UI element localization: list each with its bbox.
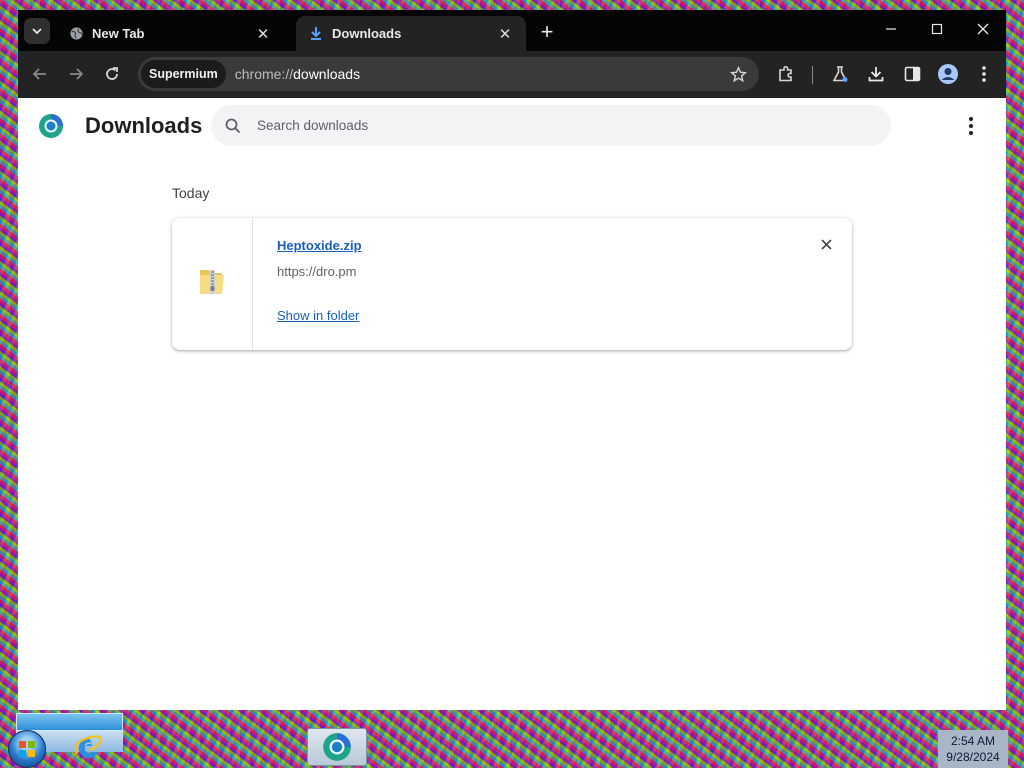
taskbar-supermium-button[interactable] [307, 728, 367, 766]
downloads-page: Downloads Today Heptoxide.zip https://dr… [18, 98, 1006, 710]
chevron-down-icon [32, 28, 42, 35]
date-heading: Today [172, 185, 210, 201]
tab-downloads[interactable]: Downloads ✕ [296, 16, 526, 51]
url-text[interactable]: chrome://downloads [235, 66, 726, 82]
search-input[interactable] [257, 118, 817, 133]
url-host: downloads [293, 66, 361, 82]
file-source-url: https://dro.pm [277, 264, 357, 279]
menu-icon[interactable] [972, 62, 996, 86]
more-actions-icon[interactable] [961, 114, 981, 138]
close-tab-icon[interactable]: ✕ [254, 25, 272, 43]
tab-search-button[interactable] [24, 18, 50, 44]
show-in-folder-link[interactable]: Show in folder [277, 308, 359, 323]
windows-logo-icon [19, 741, 35, 757]
downloads-icon[interactable] [864, 62, 888, 86]
clock-date: 9/28/2024 [946, 750, 1000, 764]
system-clock[interactable]: 2:54 AM 9/28/2024 [938, 730, 1008, 768]
download-item: Heptoxide.zip https://dro.pm Show in fol… [172, 218, 852, 350]
labs-flask-icon[interactable] [828, 62, 852, 86]
file-name-link[interactable]: Heptoxide.zip [277, 238, 362, 253]
toolbar-divider [812, 66, 813, 84]
clock-time: 2:54 AM [950, 734, 996, 748]
profile-icon[interactable] [936, 62, 960, 86]
zip-folder-icon [197, 266, 227, 303]
reload-icon[interactable] [100, 62, 124, 86]
new-tab-button[interactable]: + [536, 21, 558, 44]
search-icon [223, 116, 243, 136]
taskbar: 2:54 AM 9/28/2024 [0, 710, 1024, 768]
back-icon[interactable] [28, 62, 52, 86]
extensions-icon[interactable] [774, 62, 798, 86]
browser-toolbar: Supermium chrome://downloads [18, 51, 1006, 98]
globe-icon [68, 26, 84, 42]
tab-title: Downloads [332, 26, 402, 41]
taskbar-strip [16, 713, 123, 731]
start-orb[interactable] [8, 730, 46, 768]
window-controls [868, 10, 1006, 48]
maximize-icon[interactable] [914, 10, 960, 48]
tab-new-tab[interactable]: New Tab ✕ [56, 16, 284, 51]
bookmark-star-icon[interactable] [726, 62, 750, 86]
remove-item-icon[interactable] [816, 234, 836, 254]
tab-title: New Tab [92, 26, 145, 41]
side-panel-icon[interactable] [900, 62, 924, 86]
page-title: Downloads [85, 113, 203, 138]
site-chip[interactable]: Supermium [141, 60, 226, 88]
address-bar[interactable]: Supermium chrome://downloads [138, 57, 759, 91]
close-icon[interactable] [960, 10, 1006, 48]
forward-icon[interactable] [64, 62, 88, 86]
title-bar: New Tab ✕ Downloads ✕ + [18, 10, 1006, 51]
minimize-icon[interactable] [868, 10, 914, 48]
download-icon [308, 26, 324, 42]
internet-explorer-icon[interactable] [72, 732, 106, 764]
supermium-logo-icon [38, 113, 64, 139]
downloads-header: Downloads [18, 98, 1006, 154]
browser-window: New Tab ✕ Downloads ✕ + Supermium chrome… [18, 10, 1006, 710]
supermium-browser-icon [323, 733, 351, 761]
file-icon-column [172, 218, 253, 350]
close-tab-icon[interactable]: ✕ [496, 25, 514, 43]
search-box[interactable] [211, 105, 891, 146]
url-scheme: chrome:// [234, 66, 294, 82]
